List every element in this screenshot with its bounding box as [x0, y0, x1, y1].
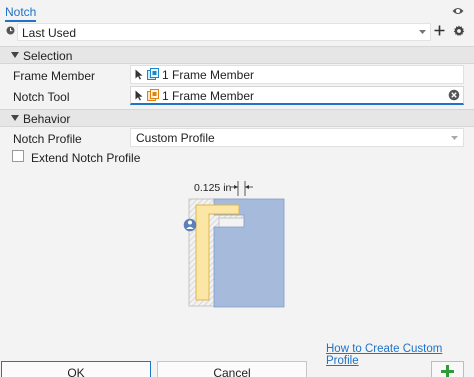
cursor-icon — [135, 69, 143, 80]
notch-tool-value: 1 Frame Member — [162, 89, 255, 103]
gear-icon[interactable] — [453, 25, 465, 37]
frame-member-label: Frame Member — [13, 69, 96, 83]
selection-section-title: Selection — [23, 49, 73, 63]
ok-button-label: OK — [67, 366, 85, 377]
chevron-down-icon — [419, 30, 426, 34]
cancel-button[interactable]: Cancel — [157, 361, 307, 377]
selection-section-header[interactable]: Selection — [0, 46, 474, 64]
preset-select-value: Last Used — [22, 26, 77, 40]
frame-member-value: 1 Frame Member — [162, 68, 255, 82]
preset-select[interactable]: Last Used — [17, 23, 431, 41]
notch-tool-label: Notch Tool — [13, 90, 70, 104]
notch-profile-dropdown[interactable]: Custom Profile — [130, 128, 464, 147]
collapse-triangle-icon — [11, 115, 19, 121]
eye-icon[interactable] — [452, 6, 464, 16]
extend-notch-profile-label: Extend Notch Profile — [31, 151, 141, 165]
add-button[interactable] — [431, 361, 464, 377]
clear-icon[interactable] — [448, 89, 460, 101]
notch-profile-label: Notch Profile — [13, 132, 82, 146]
preset-row: Last Used — [0, 22, 474, 42]
ok-button[interactable]: OK — [1, 361, 151, 377]
collapse-triangle-icon — [11, 52, 19, 58]
plus-icon — [441, 365, 454, 377]
cursor-icon — [135, 90, 143, 101]
plus-icon[interactable] — [434, 25, 445, 36]
frame-member-selector[interactable]: 1 Frame Member — [130, 65, 464, 84]
dimension-arrows — [230, 181, 253, 196]
notch-tool-selector[interactable]: 1 Frame Member — [130, 86, 464, 105]
clock-icon — [6, 26, 15, 35]
person-icon[interactable] — [183, 218, 197, 232]
frame-member-icon — [147, 68, 159, 80]
dialog-title[interactable]: Notch — [5, 5, 37, 22]
extend-notch-profile-checkbox[interactable] — [12, 150, 24, 162]
chevron-down-icon — [451, 136, 458, 140]
behavior-section-header[interactable]: Behavior — [0, 109, 474, 127]
cancel-button-label: Cancel — [213, 366, 251, 377]
notch-tool-icon — [147, 89, 159, 101]
notch-tool-shape — [213, 198, 285, 308]
dimension-label: 0.125 in — [194, 182, 232, 194]
notch-profile-value: Custom Profile — [136, 131, 215, 145]
dialog-titlebar: Notch — [0, 0, 474, 22]
behavior-section-title: Behavior — [23, 112, 71, 126]
